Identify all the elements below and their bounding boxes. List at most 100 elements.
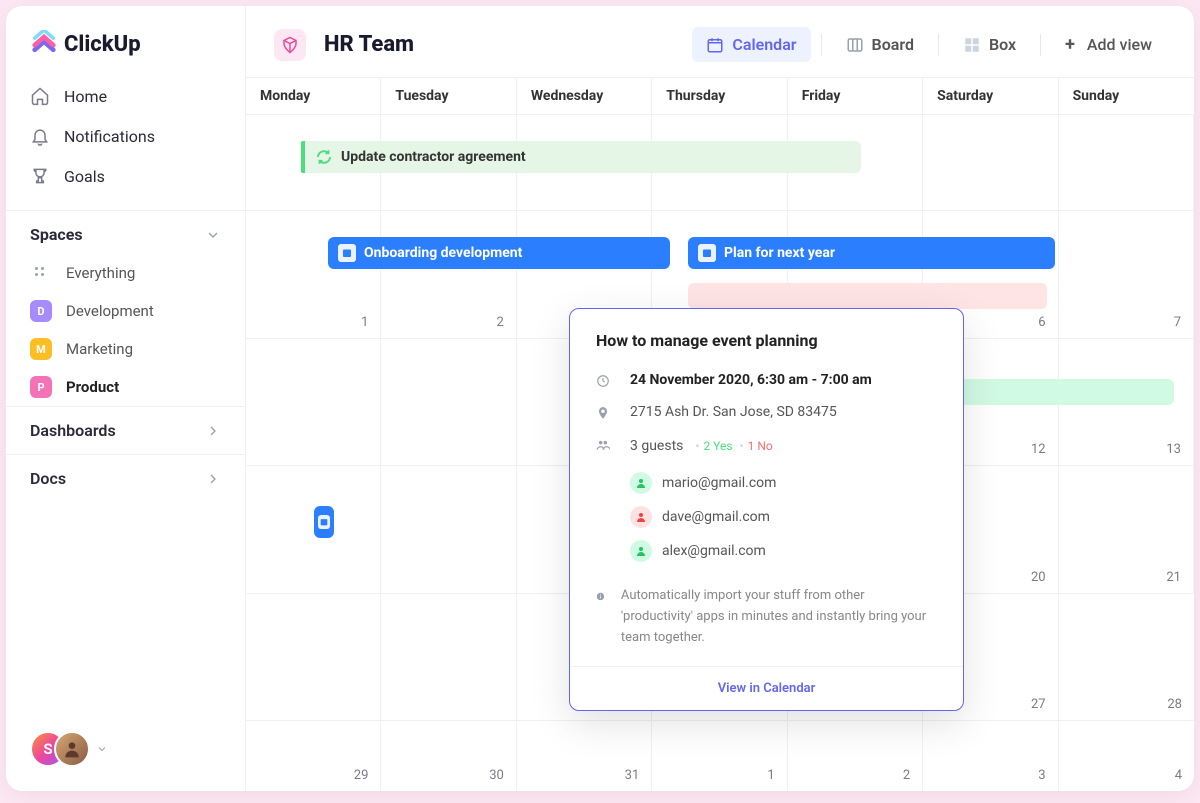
spaces-title: Spaces	[30, 225, 83, 244]
guest-email: mario@gmail.com	[662, 475, 776, 491]
view-calendar[interactable]: Calendar	[692, 27, 810, 62]
space-everything-label: Everything	[66, 264, 135, 282]
chevron-down-icon	[96, 740, 108, 759]
calendar-icon	[706, 36, 724, 54]
nav-goals[interactable]: Goals	[22, 156, 229, 196]
nav-goals-label: Goals	[64, 167, 105, 186]
date-number: 20	[1031, 570, 1046, 585]
day-cell[interactable]: 3	[923, 721, 1058, 791]
space-marketing-label: Marketing	[66, 340, 133, 358]
popup-location: 2715 Ash Dr. San Jose, SD 83475	[630, 404, 937, 424]
date-number: 4	[1175, 768, 1182, 783]
view-board-label: Board	[872, 35, 914, 54]
day-cell[interactable]	[381, 339, 516, 466]
person-icon	[630, 472, 652, 494]
date-number: 2	[497, 315, 504, 330]
date-number: 12	[1031, 442, 1046, 457]
view-box[interactable]: Box	[949, 27, 1030, 62]
user-menu[interactable]: S	[30, 731, 108, 767]
day-cell[interactable]	[381, 594, 516, 721]
day-cell[interactable]: 31	[517, 721, 652, 791]
space-marketing[interactable]: M Marketing	[6, 330, 245, 368]
add-view-label: Add view	[1087, 35, 1152, 54]
location-icon	[596, 404, 614, 424]
separator	[821, 34, 822, 56]
guest-item[interactable]: alex@gmail.com	[630, 534, 937, 568]
sidebar: ClickUp Home Notifications Goals Spaces …	[6, 6, 246, 791]
day-header: Sunday	[1059, 78, 1194, 114]
chevron-right-icon	[205, 423, 221, 439]
nav-notifications-label: Notifications	[64, 127, 155, 146]
day-header: Wednesday	[517, 78, 652, 114]
popup-info: Automatically import your stuff from oth…	[570, 572, 963, 666]
person-icon	[630, 540, 652, 562]
popup-title: How to manage event planning	[570, 331, 963, 366]
day-cell[interactable]: 4	[1059, 721, 1194, 791]
nav-notifications[interactable]: Notifications	[22, 116, 229, 156]
info-icon	[596, 586, 605, 648]
date-number: 27	[1031, 697, 1046, 712]
spaces-header[interactable]: Spaces	[6, 210, 245, 254]
refresh-icon	[315, 148, 333, 166]
popup-guests-row: 3 guests •2 Yes •1 No	[570, 430, 963, 462]
event-update-contractor[interactable]: Update contractor agreement	[301, 141, 861, 173]
guest-stats: •2 Yes •1 No	[691, 439, 772, 453]
date-number: 31	[625, 768, 640, 783]
date-number: 30	[489, 768, 504, 783]
guest-list: mario@gmail.com dave@gmail.com alex@gmai…	[570, 462, 963, 572]
calendar-grid: Monday Tuesday Wednesday Thursday Friday…	[246, 77, 1194, 791]
date-number: 1	[767, 768, 774, 783]
event-pink[interactable]	[688, 283, 1047, 309]
add-view-button[interactable]: + Add view	[1051, 26, 1166, 63]
separator	[1040, 34, 1041, 56]
view-in-calendar-link[interactable]: View in Calendar	[570, 666, 963, 710]
guest-email: alex@gmail.com	[662, 543, 766, 559]
space-badge-d: D	[30, 300, 52, 322]
guest-email: dave@gmail.com	[662, 509, 770, 525]
team-icon	[274, 29, 306, 61]
guest-item[interactable]: mario@gmail.com	[630, 466, 937, 500]
date-number: 1	[361, 315, 368, 330]
day-cell[interactable]: 1	[652, 721, 787, 791]
app-frame: ClickUp Home Notifications Goals Spaces …	[6, 6, 1194, 791]
week-row: 29 30 31 1 2 3 4	[246, 720, 1194, 791]
day-cell[interactable]: 2	[381, 211, 516, 338]
day-cell[interactable]: 7	[1059, 211, 1194, 338]
day-cell[interactable]: 21	[1059, 466, 1194, 593]
nav-primary: Home Notifications Goals	[6, 76, 245, 196]
view-board[interactable]: Board	[832, 27, 928, 62]
event-blue-stub[interactable]	[314, 506, 334, 538]
docs-section[interactable]: Docs	[6, 454, 245, 502]
clock-icon	[596, 372, 614, 392]
day-cell[interactable]	[381, 466, 516, 593]
chevron-down-icon	[205, 227, 221, 243]
space-development-label: Development	[66, 302, 154, 320]
day-cell[interactable]: 1	[246, 211, 381, 338]
date-number: 28	[1167, 697, 1182, 712]
calendar-icon	[318, 515, 330, 529]
nav-home[interactable]: Home	[22, 76, 229, 116]
event-plan-next-year[interactable]: Plan for next year	[688, 237, 1055, 269]
view-box-label: Box	[989, 35, 1016, 54]
day-cell[interactable]	[923, 115, 1058, 210]
view-calendar-label: Calendar	[732, 35, 796, 54]
space-development[interactable]: D Development	[6, 292, 245, 330]
day-cell[interactable]	[1059, 115, 1194, 210]
popup-location-row: 2715 Ash Dr. San Jose, SD 83475	[570, 398, 963, 430]
space-product[interactable]: P Product	[6, 368, 245, 406]
day-cell[interactable]: 29	[246, 721, 381, 791]
day-cell[interactable]: 30	[381, 721, 516, 791]
grid-icon	[30, 262, 52, 284]
event-onboarding[interactable]: Onboarding development	[328, 237, 670, 269]
home-icon	[30, 86, 50, 106]
day-cell[interactable]	[246, 594, 381, 721]
space-everything[interactable]: Everything	[6, 254, 245, 292]
day-cell[interactable]: 28	[1059, 594, 1194, 721]
guest-item[interactable]: dave@gmail.com	[630, 500, 937, 534]
logo[interactable]: ClickUp	[6, 6, 245, 76]
day-cell[interactable]: 2	[788, 721, 923, 791]
dashboards-section[interactable]: Dashboards	[6, 406, 245, 454]
day-cell[interactable]	[246, 339, 381, 466]
calendar-icon	[698, 244, 716, 262]
date-number: 3	[1038, 768, 1045, 783]
